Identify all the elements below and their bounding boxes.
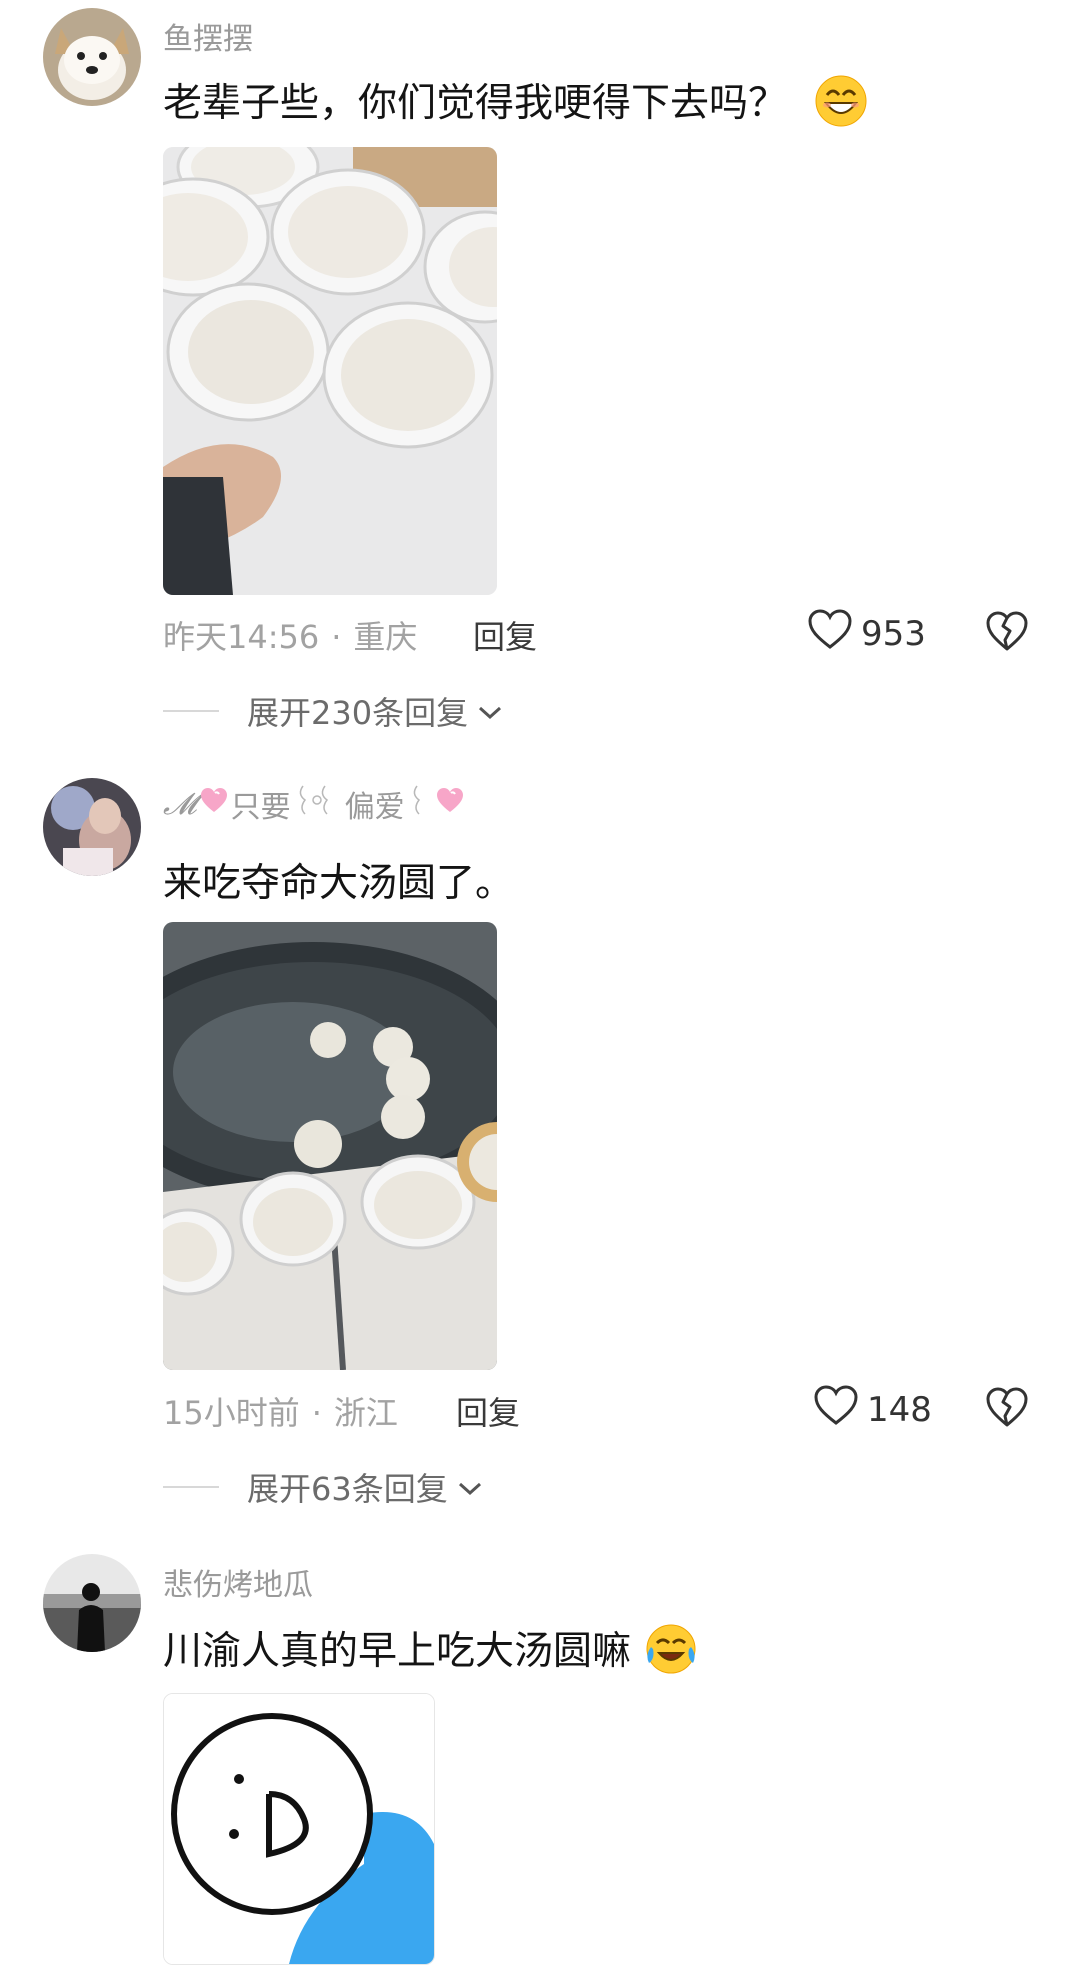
comment-text: 川渝人真的早上吃大汤圆嘛 — [163, 1620, 699, 1687]
ribbon-icon — [407, 782, 433, 826]
broken-heart-icon — [985, 1387, 1029, 1432]
username-part: 偏爱 — [344, 790, 405, 825]
comment-time: 15小时前 — [163, 1394, 300, 1432]
expand-replies-label: 展开230条回复 — [247, 694, 469, 732]
chevron-down-icon — [476, 692, 504, 730]
expand-replies[interactable]: 展开230条回复 — [163, 688, 504, 734]
comment-photo[interactable] — [163, 922, 497, 1370]
expand-replies[interactable]: 展开63条回复 — [163, 1464, 484, 1510]
heart-icon — [807, 608, 861, 659]
reply-button[interactable]: 回复 — [456, 1388, 520, 1434]
crying-laugh-emoji-icon — [643, 1621, 699, 1687]
chevron-down-icon — [456, 1468, 484, 1506]
username-part: 只要 — [230, 790, 291, 825]
broken-heart-icon — [985, 611, 1029, 656]
heart-icon — [813, 1384, 867, 1435]
avatar[interactable] — [43, 8, 141, 106]
ribbon-icon — [295, 782, 341, 826]
like-button[interactable]: 148 — [813, 1384, 932, 1435]
username[interactable]: 鱼摆摆 — [163, 14, 253, 58]
expand-replies-label: 展开63条回复 — [247, 1470, 448, 1508]
comment-text: 老辈子些，你们觉得我哽得下去吗？ — [163, 72, 867, 137]
username[interactable]: 𝓜 只要 偏爱 — [163, 782, 465, 826]
grin-emoji-icon — [815, 75, 867, 137]
comment-text-content: 川渝人真的早上吃大汤圆嘛 — [163, 1629, 632, 1674]
comment-photo[interactable] — [163, 1693, 435, 1965]
username-part: 𝓜 — [163, 786, 197, 822]
reply-button[interactable]: 回复 — [473, 612, 537, 658]
comment-location: 重庆 — [353, 618, 418, 656]
comment-text-content: 老辈子些，你们觉得我哽得下去吗？ — [163, 81, 788, 126]
comment-text: 来吃夺命大汤圆了。 — [163, 861, 515, 906]
like-button[interactable]: 953 — [807, 608, 926, 659]
comment-meta: 昨天14:56 · 重庆 — [163, 612, 417, 658]
comment-photo[interactable] — [163, 147, 497, 595]
avatar[interactable] — [43, 1554, 141, 1652]
comment-meta: 15小时前 · 浙江 — [163, 1388, 398, 1434]
like-count: 148 — [867, 1389, 932, 1430]
like-count: 953 — [861, 613, 926, 654]
username[interactable]: 悲伤烤地瓜 — [163, 1560, 313, 1604]
meta-separator: · — [311, 1394, 322, 1432]
divider-line — [163, 1486, 219, 1488]
dislike-button[interactable] — [985, 1386, 1029, 1432]
comment-time: 昨天14:56 — [163, 618, 320, 656]
meta-separator: · — [331, 618, 342, 656]
avatar[interactable] — [43, 778, 141, 876]
sparkle-heart-icon — [199, 786, 229, 822]
comment-location: 浙江 — [333, 1394, 398, 1432]
dislike-button[interactable] — [985, 610, 1029, 656]
sparkle-heart-icon — [435, 786, 465, 822]
divider-line — [163, 710, 219, 712]
